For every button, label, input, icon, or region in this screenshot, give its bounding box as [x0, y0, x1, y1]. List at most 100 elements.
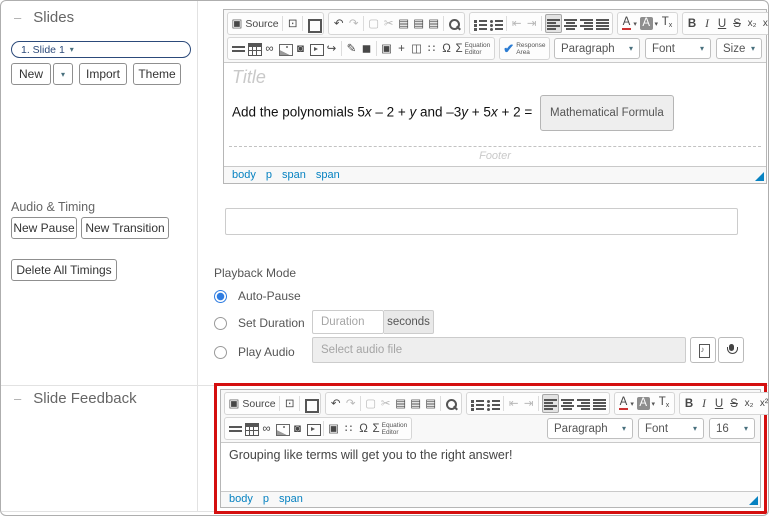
- size-dropdown[interactable]: Size: [716, 38, 762, 59]
- slide-text-input[interactable]: [225, 208, 738, 235]
- find-icon[interactable]: [447, 14, 462, 33]
- equation-editor-button[interactable]: ΣEquation Editor: [372, 419, 409, 438]
- new-transition-button[interactable]: New Transition: [81, 217, 169, 239]
- italic-button[interactable]: I: [697, 394, 711, 413]
- text-color-button[interactable]: A▾: [618, 394, 635, 413]
- remove-format-icon[interactable]: T: [657, 394, 671, 413]
- bulleted-list-icon[interactable]: [489, 14, 504, 33]
- collapse-icon[interactable]: [14, 10, 21, 25]
- underline-button[interactable]: U: [715, 14, 729, 33]
- bg-color-button[interactable]: A▾: [639, 14, 659, 33]
- align-center-icon[interactable]: [563, 14, 578, 33]
- omega-icon[interactable]: Ω: [440, 39, 454, 58]
- paragraph-dropdown[interactable]: Paragraph: [547, 418, 633, 439]
- paste-icon[interactable]: ▤: [394, 394, 408, 413]
- path-item[interactable]: p: [266, 169, 272, 181]
- omega-icon[interactable]: Ω: [357, 419, 371, 438]
- paragraph-dropdown[interactable]: Paragraph: [554, 38, 640, 59]
- play-audio-radio[interactable]: [214, 346, 227, 359]
- undo-icon[interactable]: ↶: [332, 14, 346, 33]
- path-item[interactable]: body: [232, 169, 256, 181]
- subscript-button[interactable]: x₂: [742, 394, 756, 413]
- browse-audio-file-button[interactable]: [690, 337, 716, 363]
- widget-icon[interactable]: ▣: [327, 419, 341, 438]
- font-dropdown[interactable]: Font: [645, 38, 711, 59]
- align-center-icon[interactable]: [560, 394, 575, 413]
- align-right-icon[interactable]: [579, 14, 594, 33]
- main-editor-content[interactable]: Title Add the polynomials 5x – 2 + y and…: [224, 63, 766, 146]
- link-icon[interactable]: ∞: [263, 39, 277, 58]
- hr-icon[interactable]: [231, 39, 246, 58]
- embed-icon[interactable]: ↪: [325, 39, 339, 58]
- new-pause-button[interactable]: New Pause: [11, 217, 77, 239]
- templates-icon[interactable]: ⊡: [286, 14, 300, 33]
- indent-icon[interactable]: ⇥: [522, 394, 536, 413]
- columns-icon[interactable]: ◫: [410, 39, 424, 58]
- import-button[interactable]: Import: [79, 63, 127, 85]
- italic-button[interactable]: I: [700, 14, 714, 33]
- bold-button[interactable]: B: [685, 14, 699, 33]
- align-left-icon[interactable]: [542, 394, 559, 413]
- paste-plain-text-icon[interactable]: ▤: [409, 394, 423, 413]
- subscript-button[interactable]: x₂: [745, 14, 759, 33]
- outdent-icon[interactable]: ⇤: [510, 14, 524, 33]
- strike-button[interactable]: S: [727, 394, 741, 413]
- new-slide-button[interactable]: New: [11, 63, 51, 85]
- math-formula-chip[interactable]: Mathematical Formula: [540, 95, 674, 131]
- text-color-button[interactable]: A▾: [621, 14, 638, 33]
- move-icon[interactable]: +: [395, 39, 409, 58]
- dots-icon[interactable]: ∷: [342, 419, 356, 438]
- find-icon[interactable]: [444, 394, 459, 413]
- slide-selector[interactable]: 1. Slide 1: [11, 41, 191, 58]
- path-item[interactable]: body: [229, 493, 253, 505]
- superscript-button[interactable]: x²: [760, 14, 769, 33]
- paste-from-word-icon[interactable]: ▤: [427, 14, 441, 33]
- numbered-list-icon[interactable]: [470, 394, 485, 413]
- size-dropdown[interactable]: 16: [709, 418, 755, 439]
- link-icon[interactable]: ∞: [260, 419, 274, 438]
- maximize-icon[interactable]: [306, 14, 321, 33]
- auto-pause-radio[interactable]: [214, 290, 227, 303]
- feedback-editor-content[interactable]: Grouping like terms will get you to the …: [221, 443, 760, 491]
- paste-plain-text-icon[interactable]: ▤: [412, 14, 426, 33]
- remove-format-icon[interactable]: T: [660, 14, 674, 33]
- bg-color-button[interactable]: A▾: [636, 394, 656, 413]
- redo-icon[interactable]: ↷: [347, 14, 361, 33]
- path-item[interactable]: span: [279, 493, 303, 505]
- indent-icon[interactable]: ⇥: [525, 14, 539, 33]
- templates-icon[interactable]: ⊡: [283, 394, 297, 413]
- theme-button[interactable]: Theme: [133, 63, 181, 85]
- image-icon[interactable]: [278, 39, 293, 58]
- dots-icon[interactable]: ∷: [425, 39, 439, 58]
- bulleted-list-icon[interactable]: [486, 394, 501, 413]
- book-icon[interactable]: ◼: [360, 39, 374, 58]
- record-audio-button[interactable]: [718, 337, 744, 363]
- new-page-icon[interactable]: ▢: [364, 394, 378, 413]
- path-item[interactable]: span: [316, 169, 340, 181]
- align-right-icon[interactable]: [576, 394, 591, 413]
- delete-all-timings-button[interactable]: Delete All Timings: [11, 259, 117, 281]
- audio-file-input[interactable]: [312, 337, 686, 363]
- strike-button[interactable]: S: [730, 14, 744, 33]
- media-icon[interactable]: ◙: [291, 419, 305, 438]
- paste-icon[interactable]: ▤: [397, 14, 411, 33]
- equation-editor-button[interactable]: ΣEquation Editor: [455, 39, 492, 58]
- source-button[interactable]: ▣Source: [228, 394, 277, 413]
- resize-handle[interactable]: [749, 496, 758, 505]
- collapse-icon[interactable]: [14, 391, 21, 406]
- align-justify-icon[interactable]: [592, 394, 607, 413]
- superscript-button[interactable]: x²: [757, 394, 769, 413]
- source-button[interactable]: ▣Source: [231, 14, 280, 33]
- redo-icon[interactable]: ↷: [344, 394, 358, 413]
- duration-input[interactable]: [312, 310, 384, 334]
- drawing-icon[interactable]: ✎: [345, 39, 359, 58]
- outdent-icon[interactable]: ⇤: [507, 394, 521, 413]
- video-icon[interactable]: [309, 39, 324, 58]
- path-item[interactable]: p: [263, 493, 269, 505]
- hr-icon[interactable]: [228, 419, 243, 438]
- new-page-icon[interactable]: ▢: [367, 14, 381, 33]
- font-dropdown[interactable]: Font: [638, 418, 704, 439]
- underline-button[interactable]: U: [712, 394, 726, 413]
- resize-handle[interactable]: [755, 172, 764, 181]
- numbered-list-icon[interactable]: [473, 14, 488, 33]
